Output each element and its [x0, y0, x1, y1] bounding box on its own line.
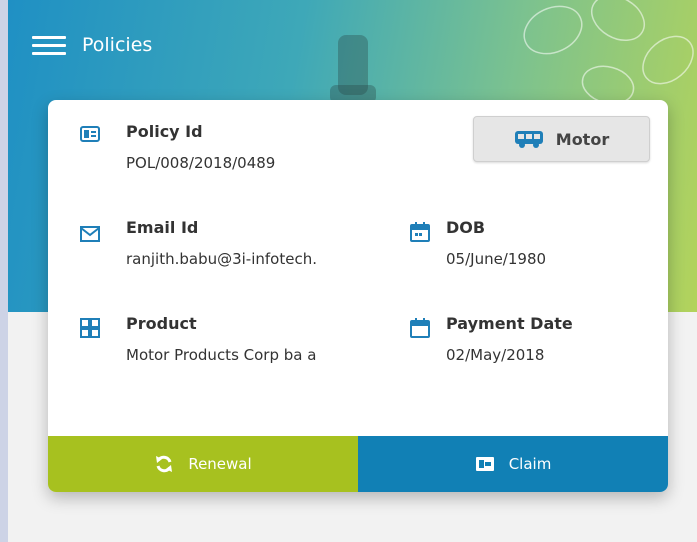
calendar-icon [410, 222, 430, 242]
motor-button-label: Motor [555, 129, 610, 149]
bus-icon [514, 131, 543, 148]
wallet-icon [475, 457, 494, 471]
payment-date-value: 02/May/2018 [446, 346, 545, 364]
renewal-button[interactable]: Renewal [48, 436, 358, 492]
grid-icon [80, 318, 100, 338]
refresh-icon [156, 455, 173, 473]
menu-icon[interactable] [32, 36, 66, 60]
id-card-icon [80, 126, 100, 142]
dob-value: 05/June/1980 [446, 250, 547, 268]
card-actions: Renewal Claim [48, 436, 668, 492]
left-edge-strip [0, 0, 8, 542]
renewal-label: Renewal [188, 455, 252, 473]
page-title: Policies [82, 34, 153, 56]
calendar-icon [410, 318, 430, 338]
email-value: ranjith.babu@3i-infotech. [126, 250, 317, 268]
policy-card: Policy Id POL/008/2018/0489 Motor Email … [48, 100, 668, 492]
payment-date-label: Payment Date [446, 314, 573, 333]
product-label: Product [126, 314, 197, 333]
motor-button[interactable]: Motor [473, 116, 650, 162]
claim-button[interactable]: Claim [358, 436, 668, 492]
policy-id-label: Policy Id [126, 122, 203, 141]
envelope-icon [80, 226, 100, 242]
claim-label: Claim [508, 455, 552, 473]
policy-id-value: POL/008/2018/0489 [126, 154, 276, 172]
product-value: Motor Products Corp ba a [126, 346, 317, 364]
email-label: Email Id [126, 218, 199, 237]
dob-label: DOB [446, 218, 486, 237]
